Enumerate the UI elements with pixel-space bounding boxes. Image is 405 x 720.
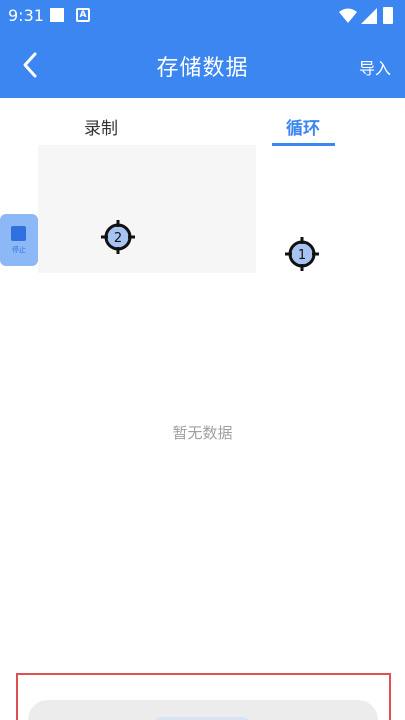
tab-record[interactable]: 录制 <box>84 114 118 139</box>
tab-loop[interactable]: 循环 <box>286 114 320 139</box>
status-bar: 9:31 A <box>0 0 405 32</box>
crosshair-icon: 1 <box>285 237 319 271</box>
crosshair-icon: 2 <box>101 220 135 254</box>
signal-icon <box>361 8 377 24</box>
import-button[interactable]: 导入 <box>359 55 391 79</box>
status-time: 9:31 <box>8 6 44 25</box>
floating-stop-button[interactable]: 停止 <box>0 214 38 266</box>
floating-button-label: 停止 <box>12 246 26 254</box>
battery-icon <box>383 7 393 24</box>
app-a-icon: A <box>76 8 90 22</box>
target-number: 1 <box>298 248 306 263</box>
empty-state-text: 暂无数据 <box>172 424 233 442</box>
page-title: 存储数据 <box>156 56 249 81</box>
notification-square-icon <box>50 8 64 22</box>
target-number: 2 <box>114 231 122 246</box>
app-header: 9:31 A 存储数据 导入 <box>0 0 405 98</box>
status-icons <box>339 7 399 25</box>
crosshair-target-2[interactable]: 2 <box>100 219 136 255</box>
active-tab-indicator <box>272 143 335 146</box>
tab-bar: 录制 循环 <box>0 98 405 148</box>
stop-square-icon <box>11 226 26 241</box>
crosshair-target-1[interactable]: 1 <box>284 236 320 272</box>
wifi-icon <box>339 8 357 23</box>
overlay-area <box>38 145 256 273</box>
